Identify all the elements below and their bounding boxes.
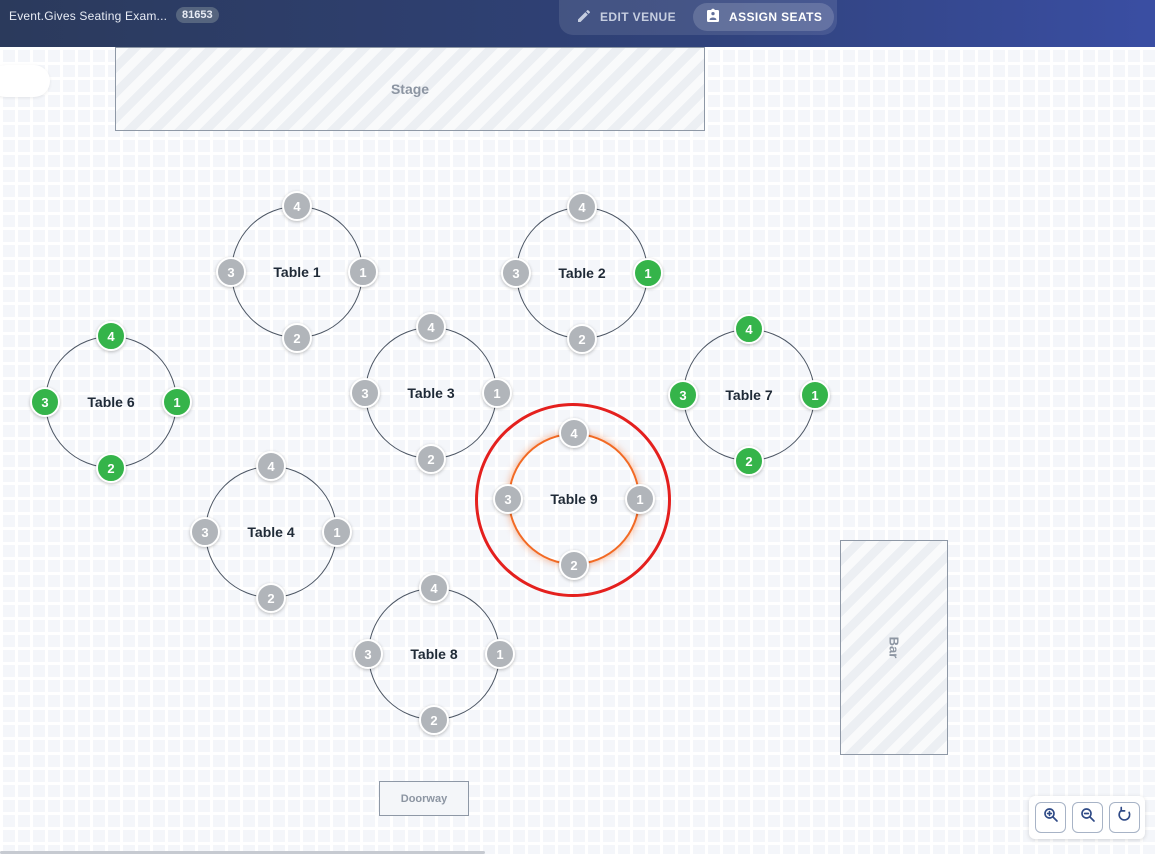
table-1-seat-1[interactable]: 1: [348, 257, 378, 287]
table-3-seat-3[interactable]: 3: [350, 378, 380, 408]
table-3-seat-4[interactable]: 4: [416, 312, 446, 342]
table-1-label: Table 1: [273, 264, 321, 280]
highlight-ring: [475, 403, 671, 597]
table-3-label: Table 3: [407, 385, 455, 401]
table-8-label: Table 8: [410, 646, 458, 662]
zoom-out-button[interactable]: [1072, 802, 1103, 833]
doorway-fixture[interactable]: Doorway: [379, 781, 469, 816]
project-title: Event.Gives Seating Exam...: [9, 9, 168, 23]
table-2-seat-2[interactable]: 2: [567, 324, 597, 354]
bar-fixture[interactable]: Bar: [840, 540, 948, 755]
table-6-label: Table 6: [87, 394, 135, 410]
zoom-in-icon: [1042, 806, 1060, 829]
project-id-badge: 81653: [176, 7, 219, 23]
table-8-seat-3[interactable]: 3: [353, 639, 383, 669]
reset-view-button[interactable]: [1109, 802, 1140, 833]
assign-seats-label: ASSIGN SEATS: [729, 10, 823, 24]
table-4-seat-3[interactable]: 3: [190, 517, 220, 547]
stage-label: Stage: [390, 81, 430, 97]
table-7-label: Table 7: [725, 387, 773, 403]
table-7-seat-2[interactable]: 2: [734, 446, 764, 476]
pencil-icon: [576, 8, 592, 27]
table-4-seat-2[interactable]: 2: [256, 583, 286, 613]
table-7-seat-3[interactable]: 3: [668, 380, 698, 410]
bar-label: Bar: [886, 636, 902, 659]
zoom-in-button[interactable]: [1035, 802, 1066, 833]
table-6-seat-3[interactable]: 3: [30, 387, 60, 417]
table-4-seat-4[interactable]: 4: [256, 451, 286, 481]
reset-view-icon: [1116, 806, 1134, 829]
table-4-label: Table 4: [247, 524, 295, 540]
edit-venue-label: EDIT VENUE: [600, 10, 677, 24]
table-3-seat-2[interactable]: 2: [416, 444, 446, 474]
stage-fixture[interactable]: Stage: [115, 47, 705, 131]
table-8-seat-1[interactable]: 1: [485, 639, 515, 669]
table-2-seat-3[interactable]: 3: [501, 258, 531, 288]
doorway-label: Doorway: [400, 792, 448, 805]
side-panel-toggle[interactable]: [0, 65, 50, 97]
table-3-seat-1[interactable]: 1: [482, 378, 512, 408]
table-7-seat-4[interactable]: 4: [734, 314, 764, 344]
table-1-seat-4[interactable]: 4: [282, 191, 312, 221]
table-2-seat-4[interactable]: 4: [567, 192, 597, 222]
table-6-seat-2[interactable]: 2: [96, 453, 126, 483]
zoom-out-icon: [1079, 806, 1097, 829]
table-1-seat-2[interactable]: 2: [282, 323, 312, 353]
edit-venue-button[interactable]: EDIT VENUE: [564, 3, 688, 31]
table-8-seat-4[interactable]: 4: [419, 573, 449, 603]
assign-seat-icon: [705, 8, 721, 27]
zoom-controls: [1029, 796, 1145, 839]
assign-seats-button[interactable]: ASSIGN SEATS: [693, 3, 835, 31]
table-8-seat-2[interactable]: 2: [419, 705, 449, 735]
table-6-seat-1[interactable]: 1: [162, 387, 192, 417]
top-bar: Event.Gives Seating Exam... 81653 EDIT V…: [0, 0, 1155, 47]
table-1-seat-3[interactable]: 3: [216, 257, 246, 287]
table-4-seat-1[interactable]: 1: [322, 517, 352, 547]
table-6-seat-4[interactable]: 4: [96, 321, 126, 351]
table-7-seat-1[interactable]: 1: [800, 380, 830, 410]
mode-switch: EDIT VENUE ASSIGN SEATS: [559, 0, 837, 35]
table-2-label: Table 2: [558, 265, 606, 281]
table-2-seat-1[interactable]: 1: [633, 258, 663, 288]
